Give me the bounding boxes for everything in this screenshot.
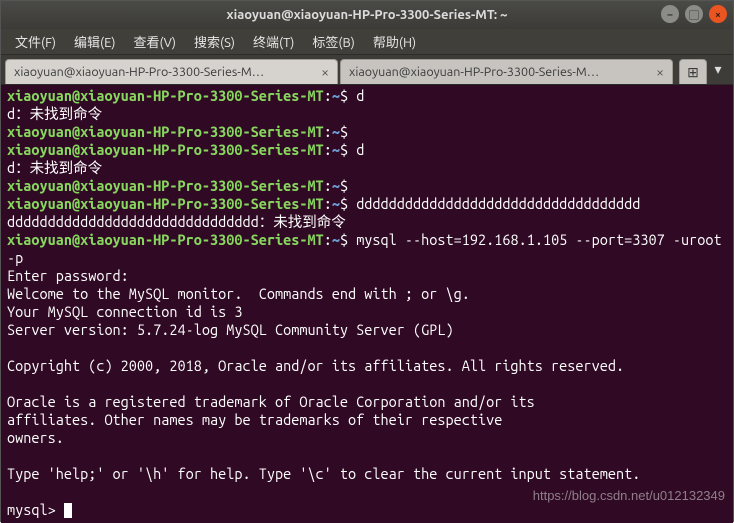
- window-title: xiaoyuan@xiaoyuan-HP-Pro-3300-Series-MT:…: [227, 8, 508, 22]
- menu-search[interactable]: 搜索(S): [186, 29, 243, 54]
- close-button[interactable]: ×: [709, 5, 727, 23]
- prompt-user: xiaoyuan@xiaoyuan-HP-Pro-3300-Series-MT: [7, 141, 324, 158]
- err-3: d：未找到命令: [7, 159, 102, 176]
- tab-menu-button[interactable]: ▾: [707, 55, 729, 84]
- out-trademark-3: owners.: [7, 429, 64, 446]
- menu-help[interactable]: 帮助(H): [365, 29, 424, 54]
- out-trademark-1: Oracle is a registered trademark of Orac…: [7, 393, 535, 410]
- tab-0-label: xiaoyuan@xiaoyuan-HP-Pro-3300-Series-M…: [14, 65, 315, 79]
- cmd-5: ddddddddddddddddddddddddddddddddddd: [356, 195, 640, 212]
- out-connection-id: Your MySQL connection id is 3: [7, 303, 242, 320]
- terminal-view[interactable]: xiaoyuan@xiaoyuan-HP-Pro-3300-Series-MT:…: [1, 85, 733, 523]
- out-help-hint: Type 'help;' or '\h' for help. Type '\c'…: [7, 465, 640, 482]
- out-trademark-2: affiliates. Other names may be trademark…: [7, 411, 502, 428]
- out-copyright: Copyright (c) 2000, 2018, Oracle and/or …: [7, 357, 624, 374]
- window-controls: – ▢ ×: [661, 5, 727, 23]
- prompt-user: xiaoyuan@xiaoyuan-HP-Pro-3300-Series-MT: [7, 123, 324, 140]
- maximize-button[interactable]: ▢: [685, 5, 703, 23]
- prompt-user: xiaoyuan@xiaoyuan-HP-Pro-3300-Series-MT: [7, 87, 324, 104]
- tab-1-close-icon[interactable]: ×: [656, 65, 664, 79]
- prompt-user: xiaoyuan@xiaoyuan-HP-Pro-3300-Series-MT: [7, 231, 324, 248]
- out-server-version: Server version: 5.7.24-log MySQL Communi…: [7, 321, 454, 338]
- prompt-path: ~: [332, 87, 340, 104]
- mysql-prompt: mysql>: [7, 501, 64, 518]
- cmd-1: d: [356, 87, 364, 104]
- title-bar: xiaoyuan@xiaoyuan-HP-Pro-3300-Series-MT:…: [1, 1, 733, 29]
- menu-bar: 文件(F) 编辑(E) 查看(V) 搜索(S) 终端(T) 标签(B) 帮助(H…: [1, 29, 733, 55]
- prompt-colon: :: [324, 87, 332, 104]
- menu-file[interactable]: 文件(F): [7, 29, 64, 54]
- minimize-button[interactable]: –: [661, 5, 679, 23]
- out-enter-password: Enter password:: [7, 267, 129, 284]
- tab-0-close-icon[interactable]: ×: [321, 65, 329, 79]
- prompt-user: xiaoyuan@xiaoyuan-HP-Pro-3300-Series-MT: [7, 195, 324, 212]
- menu-terminal[interactable]: 终端(T): [245, 29, 302, 54]
- err-1: d：未找到命令: [7, 105, 102, 122]
- menu-view[interactable]: 查看(V): [126, 29, 184, 54]
- watermark: https://blog.csdn.net/u012132349: [533, 487, 725, 505]
- tab-1-label: xiaoyuan@xiaoyuan-HP-Pro-3300-Series-M…: [349, 65, 650, 79]
- prompt-user: xiaoyuan@xiaoyuan-HP-Pro-3300-Series-MT: [7, 177, 324, 194]
- err-5: ddddddddddddddddddddddddddddddd：未找到命令: [7, 213, 346, 230]
- tab-bar: xiaoyuan@xiaoyuan-HP-Pro-3300-Series-M… …: [1, 55, 733, 85]
- prompt-dollar: $: [340, 87, 356, 104]
- tab-0[interactable]: xiaoyuan@xiaoyuan-HP-Pro-3300-Series-M… …: [5, 59, 338, 84]
- tab-1[interactable]: xiaoyuan@xiaoyuan-HP-Pro-3300-Series-M… …: [340, 59, 673, 84]
- cursor-icon: [64, 503, 72, 518]
- cmd-3: d: [356, 141, 364, 158]
- new-tab-button[interactable]: ⊞: [679, 59, 707, 84]
- menu-edit[interactable]: 编辑(E): [66, 29, 123, 54]
- menu-tabs[interactable]: 标签(B): [304, 29, 362, 54]
- out-welcome: Welcome to the MySQL monitor. Commands e…: [7, 285, 470, 302]
